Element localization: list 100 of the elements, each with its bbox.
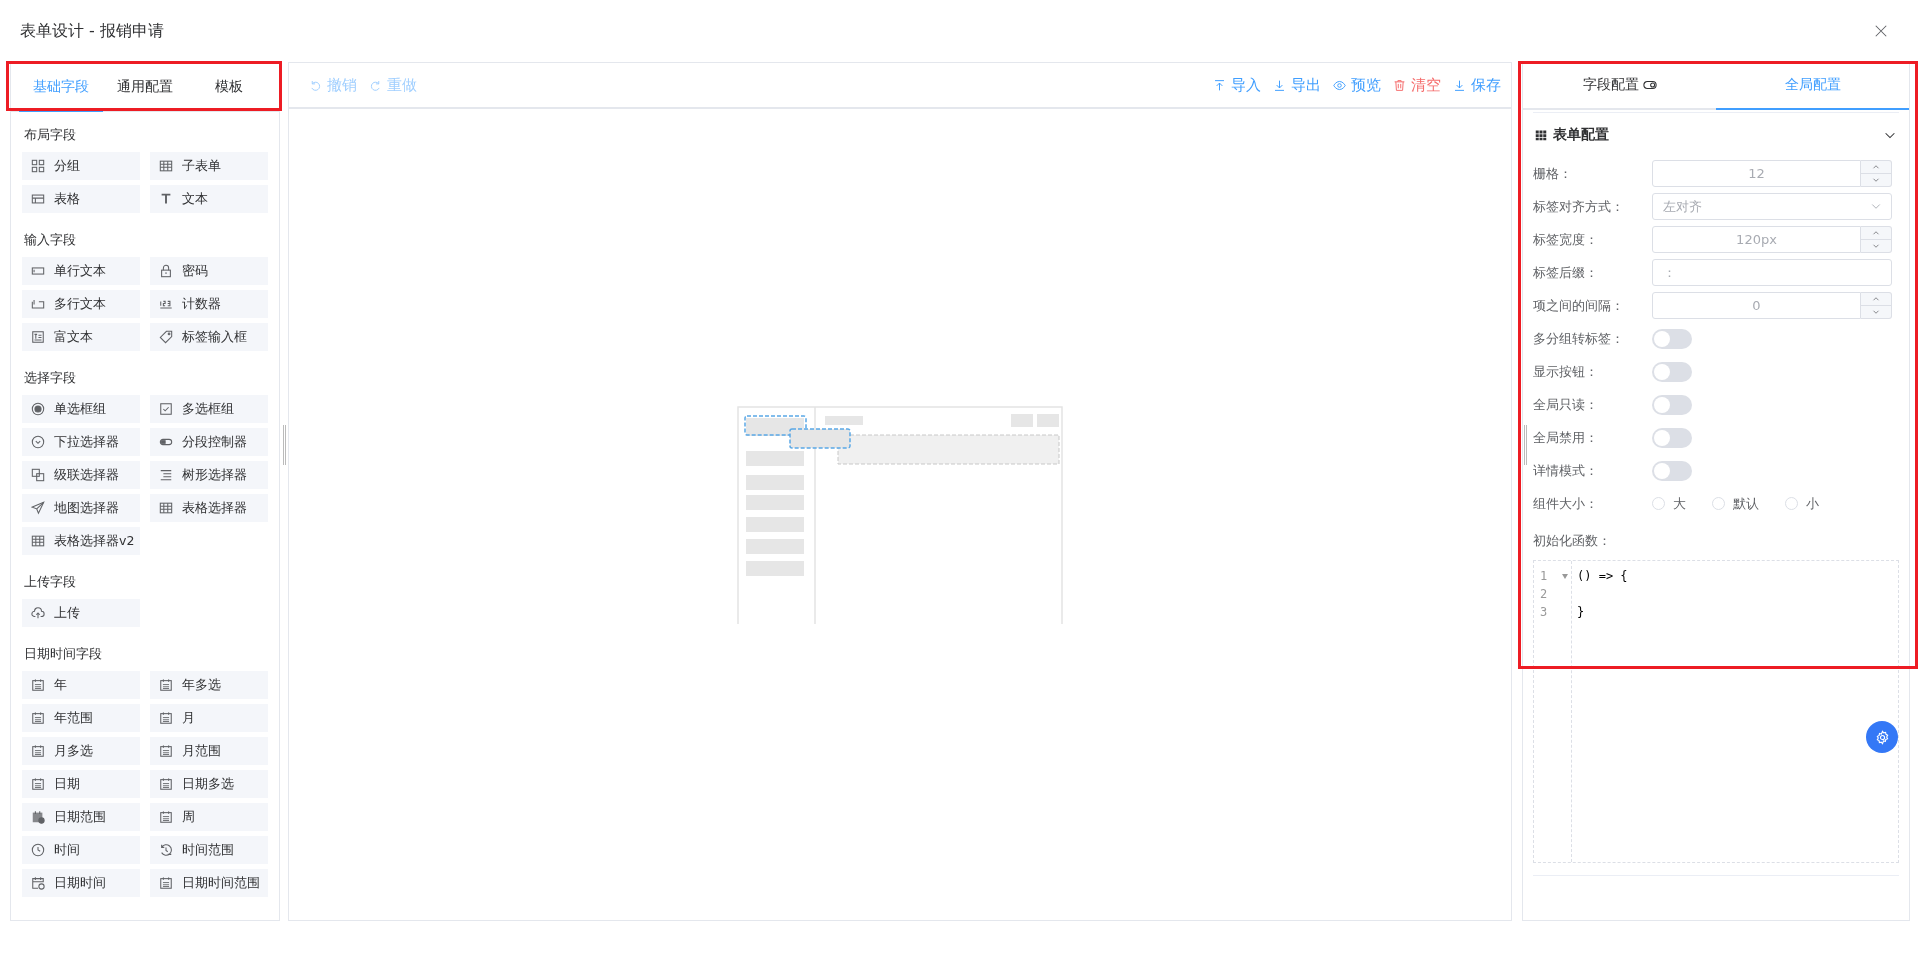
field-item[interactable]: 年 <box>22 671 140 699</box>
redo-icon <box>369 78 382 92</box>
field-item[interactable]: 下拉选择器 <box>22 428 140 456</box>
radio-option[interactable]: 大 <box>1652 494 1686 513</box>
list-icon <box>159 468 173 482</box>
tab[interactable]: 字段配置 <box>1523 62 1716 110</box>
field-label: 标签后缀： <box>1533 263 1599 282</box>
select-field[interactable]: 左对齐 <box>1652 193 1892 220</box>
field-label: 详情模式： <box>1533 461 1599 480</box>
field-item[interactable]: 日期时间范围 <box>150 869 268 897</box>
field-item[interactable]: 子表单 <box>150 152 268 180</box>
field-item[interactable]: 日期 <box>22 770 140 798</box>
calendar-icon <box>159 744 173 758</box>
radio-option[interactable]: 小 <box>1785 494 1819 513</box>
download-icon <box>1453 78 1466 92</box>
field-label: 全局只读： <box>1533 395 1599 414</box>
toggle-switch[interactable] <box>1652 460 1692 481</box>
toggle-switch[interactable] <box>1652 361 1692 382</box>
field-item[interactable]: 计数器 <box>150 290 268 318</box>
resize-handle[interactable] <box>1524 425 1527 465</box>
tab[interactable]: 模板 <box>187 63 271 112</box>
field-item[interactable]: 月范围 <box>150 737 268 765</box>
field-label: 初始化函数： <box>1533 532 1612 550</box>
settings-icon <box>1874 729 1890 745</box>
field-label: 组件大小： <box>1533 494 1599 513</box>
field-item[interactable]: 标签输入框 <box>150 323 268 351</box>
chevron-circle-icon <box>31 435 45 449</box>
field-item[interactable]: 单行文本 <box>22 257 140 285</box>
code-line: () => { <box>1577 569 1628 583</box>
toggle-switch[interactable] <box>1652 427 1692 448</box>
clock-icon <box>31 843 45 857</box>
field-item[interactable]: 月 <box>150 704 268 732</box>
field-item[interactable]: 时间范围 <box>150 836 268 864</box>
field-item[interactable]: 时间 <box>22 836 140 864</box>
resize-handle[interactable] <box>283 425 286 465</box>
toggle-switch[interactable] <box>1652 394 1692 415</box>
field-item[interactable]: 多行文本 <box>22 290 140 318</box>
field-item[interactable]: 周 <box>150 803 268 831</box>
section-header[interactable]: 表单配置 <box>1533 112 1899 157</box>
field-item[interactable]: 日期多选 <box>150 770 268 798</box>
field-item[interactable]: 分组 <box>22 152 140 180</box>
calendar-icon <box>159 876 173 890</box>
field-label: 显示按钮： <box>1533 362 1599 381</box>
field-item[interactable]: 年范围 <box>22 704 140 732</box>
field-item[interactable]: 树形选择器 <box>150 461 268 489</box>
calendar-icon <box>159 678 173 692</box>
table-icon <box>31 192 45 206</box>
field-item[interactable]: 密码 <box>150 257 268 285</box>
field-label: 标签对齐方式： <box>1533 197 1625 216</box>
field-item[interactable]: 上传 <box>22 599 140 627</box>
group-heading: 输入字段 <box>24 231 77 249</box>
document-icon <box>31 330 45 344</box>
calendar-icon <box>159 711 173 725</box>
toggle-switch[interactable] <box>1652 328 1692 349</box>
field-item[interactable]: 单选框组 <box>22 395 140 423</box>
calendar-icon <box>31 711 45 725</box>
field-item[interactable]: 级联选择器 <box>22 461 140 489</box>
tab[interactable]: 通用配置 <box>103 63 187 112</box>
input-field[interactable]: ： <box>1652 259 1892 286</box>
field-item[interactable]: 日期范围 <box>22 803 140 831</box>
fold-arrow-icon[interactable] <box>1562 573 1568 579</box>
field-item[interactable]: 日期时间 <box>22 869 140 897</box>
calendar-icon <box>31 678 45 692</box>
number-input[interactable]: 12 <box>1652 160 1861 187</box>
calendar-icon <box>159 810 173 824</box>
grid-icon <box>1535 129 1547 141</box>
field-item[interactable]: 表格 <box>22 185 140 213</box>
group-heading: 布局字段 <box>24 126 77 144</box>
field-item[interactable]: 文本 <box>150 185 268 213</box>
field-item[interactable]: 月多选 <box>22 737 140 765</box>
field-label: 栅格： <box>1533 164 1573 183</box>
lock-icon <box>159 264 173 278</box>
close-icon <box>1874 24 1888 38</box>
settings-button[interactable] <box>1866 721 1898 753</box>
table-icon <box>31 534 45 548</box>
calendar-icon <box>159 777 173 791</box>
history-icon <box>159 843 173 857</box>
undo-icon <box>309 78 322 92</box>
number-input[interactable]: 0 <box>1652 292 1861 319</box>
field-item[interactable]: 年多选 <box>150 671 268 699</box>
upload-icon <box>1213 78 1226 92</box>
cloud-upload-icon <box>31 606 45 620</box>
grid-icon <box>31 159 45 173</box>
field-item[interactable]: 分段控制器 <box>150 428 268 456</box>
calendar-icon <box>31 777 45 791</box>
group-heading: 选择字段 <box>24 369 77 387</box>
radio-icon <box>31 402 45 416</box>
field-item[interactable]: 多选框组 <box>150 395 268 423</box>
line-number: 3 <box>1540 605 1548 619</box>
table-icon <box>159 159 173 173</box>
field-item[interactable]: 富文本 <box>22 323 140 351</box>
input-icon <box>31 264 45 278</box>
field-item[interactable]: 表格选择器v2 <box>22 527 140 555</box>
radio-option[interactable]: 默认 <box>1712 494 1759 513</box>
number-input[interactable]: 120px <box>1652 226 1861 253</box>
eye-icon <box>1333 78 1346 92</box>
line-number: 1 <box>1540 569 1548 583</box>
field-item[interactable]: 表格选择器 <box>150 494 268 522</box>
calendar-icon <box>31 744 45 758</box>
field-item[interactable]: 地图选择器 <box>22 494 140 522</box>
